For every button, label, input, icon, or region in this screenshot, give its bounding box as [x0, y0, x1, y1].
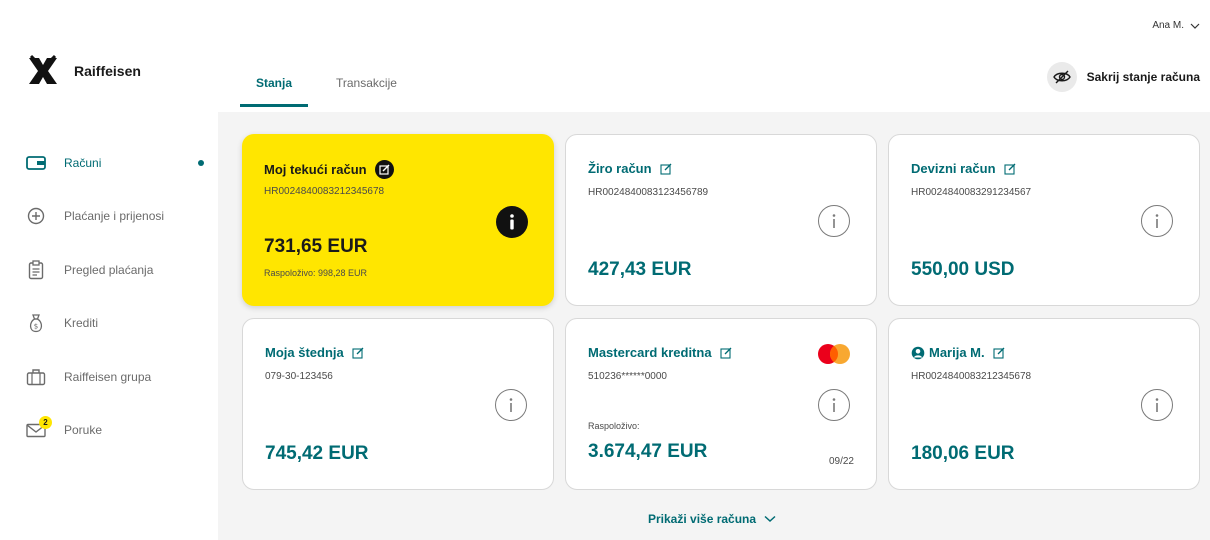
account-title-row: Žiro račun — [588, 161, 672, 176]
account-title-row: Devizni račun — [911, 161, 1016, 176]
sidebar-item-pregled[interactable]: Pregled plaćanja — [26, 243, 212, 297]
user-name: Ana M. — [1152, 20, 1184, 31]
mastercard-icon — [818, 344, 850, 364]
sidebar-item-label: Raiffeisen grupa — [64, 369, 152, 384]
account-balance: 3.674,47 EUR — [588, 441, 708, 462]
account-balance: 550,00 USD — [911, 259, 1015, 280]
edit-icon[interactable] — [993, 347, 1005, 359]
wallet-icon — [26, 153, 46, 173]
edit-icon[interactable] — [374, 160, 394, 179]
logo[interactable]: Raiffeisen — [26, 54, 141, 88]
user-circle-icon — [911, 346, 925, 359]
account-card-mastercard[interactable]: Mastercard kreditna 510236******0000 Ras… — [565, 318, 877, 490]
hide-balance-label: Sakrij stanje računa — [1086, 70, 1200, 84]
show-more-label: Prikaži više računa — [648, 512, 757, 526]
raiffeisen-logo-icon — [29, 54, 57, 84]
account-iban: HR0024840083123456789 — [588, 187, 709, 198]
account-balance: 745,42 EUR — [265, 443, 369, 464]
account-title: Devizni račun — [911, 161, 996, 176]
sidebar-item-label: Plaćanje i prijenosi — [64, 209, 165, 224]
account-title-group: Marija M. — [911, 345, 985, 360]
chevron-down-icon — [764, 515, 776, 523]
active-dot — [198, 159, 204, 166]
sidebar-item-grupa[interactable]: Raiffeisen grupa — [26, 350, 212, 404]
sidebar-item-label: Računi — [64, 155, 102, 170]
edit-icon[interactable] — [352, 347, 364, 359]
account-title-row: Moja štednja — [265, 345, 364, 360]
sidebar-item-krediti[interactable]: $ Krediti — [26, 297, 212, 351]
sidebar-item-label: Krediti — [64, 316, 99, 331]
money-bag-icon: $ — [26, 313, 46, 333]
edit-icon[interactable] — [1003, 163, 1016, 175]
brand-name: Raiffeisen — [74, 63, 141, 79]
sidebar: Raiffeisen Računi Plaćanje i prijenosi P… — [0, 0, 218, 540]
account-title: Moj tekući račun — [264, 162, 367, 177]
sidebar-nav: Računi Plaćanje i prijenosi Pregled plać… — [26, 136, 212, 457]
info-icon[interactable] — [1141, 205, 1173, 237]
sidebar-item-racuni[interactable]: Računi — [26, 136, 212, 190]
sidebar-item-label: Pregled plaćanja — [64, 262, 154, 277]
account-available: Raspoloživo: 998,28 EUR — [264, 268, 368, 278]
account-title-row: Moj tekući račun — [264, 160, 394, 179]
top-bar: Ana M. — [218, 0, 1210, 44]
info-icon[interactable] — [1141, 389, 1173, 421]
account-balance: 731,65 EUR — [264, 236, 368, 257]
tabs-bar: Stanja Transakcije Sakrij stanje računa — [218, 44, 1210, 112]
svg-text:$: $ — [34, 323, 38, 331]
account-card-stednja[interactable]: Moja štednja 079-30-123456 745,42 EUR — [242, 318, 554, 490]
main-content: Ana M. Stanja Transakcije Sakrij stanje … — [218, 0, 1210, 540]
chevron-down-icon — [1190, 23, 1200, 29]
account-iban: HR0024840083212345678 — [911, 371, 1032, 382]
sidebar-item-placanje[interactable]: Plaćanje i prijenosi — [26, 190, 212, 244]
account-iban: 079-30-123456 — [265, 371, 333, 382]
account-title-row: Marija M. — [911, 345, 1005, 360]
account-title-row: Mastercard kreditna — [588, 345, 732, 360]
edit-icon[interactable] — [720, 347, 732, 359]
account-balance: 427,43 EUR — [588, 259, 692, 280]
account-title: Marija M. — [929, 345, 985, 360]
info-icon[interactable] — [496, 206, 528, 238]
edit-icon[interactable] — [660, 163, 672, 175]
account-title: Žiro račun — [588, 161, 652, 176]
briefcase-icon — [26, 367, 46, 387]
account-iban: HR0024840083212345678 — [264, 186, 385, 197]
account-title: Mastercard kreditna — [588, 345, 712, 360]
tab-transakcije[interactable]: Transakcije — [336, 76, 397, 104]
account-card-devizni[interactable]: Devizni račun HR0024840083291234567 550,… — [888, 134, 1200, 306]
plus-circle-icon — [26, 206, 46, 226]
eye-off-icon — [1046, 62, 1077, 92]
account-title: Moja štednja — [265, 345, 344, 360]
message-count-badge: 2 — [39, 416, 52, 430]
account-balance: 180,06 EUR — [911, 443, 1015, 464]
info-icon[interactable] — [495, 389, 527, 421]
account-card-marija[interactable]: Marija M. HR0024840083212345678 180,06 E… — [888, 318, 1200, 490]
info-icon[interactable] — [818, 205, 850, 237]
account-iban: HR0024840083291234567 — [911, 187, 1032, 198]
account-card-ziro[interactable]: Žiro račun HR0024840083123456789 427,43 … — [565, 134, 877, 306]
clipboard-icon — [26, 260, 46, 280]
card-expiry: 09/22 — [828, 456, 854, 467]
envelope-icon: 2 — [26, 416, 52, 440]
info-icon[interactable] — [818, 389, 850, 421]
hide-balance-button[interactable]: Sakrij stanje računa — [1046, 62, 1200, 92]
card-number: 510236******0000 — [588, 371, 667, 382]
tab-stanja[interactable]: Stanja — [240, 76, 309, 107]
account-available: Raspoloživo: — [588, 421, 640, 431]
show-more-accounts-button[interactable]: Prikaži više računa — [648, 512, 776, 526]
sidebar-item-label: Poruke — [64, 423, 103, 438]
sidebar-item-poruke[interactable]: 2 Poruke — [26, 404, 212, 458]
account-card-tekuci[interactable]: Moj tekući račun HR0024840083212345678 7… — [242, 134, 554, 306]
user-menu[interactable]: Ana M. — [1152, 20, 1200, 31]
